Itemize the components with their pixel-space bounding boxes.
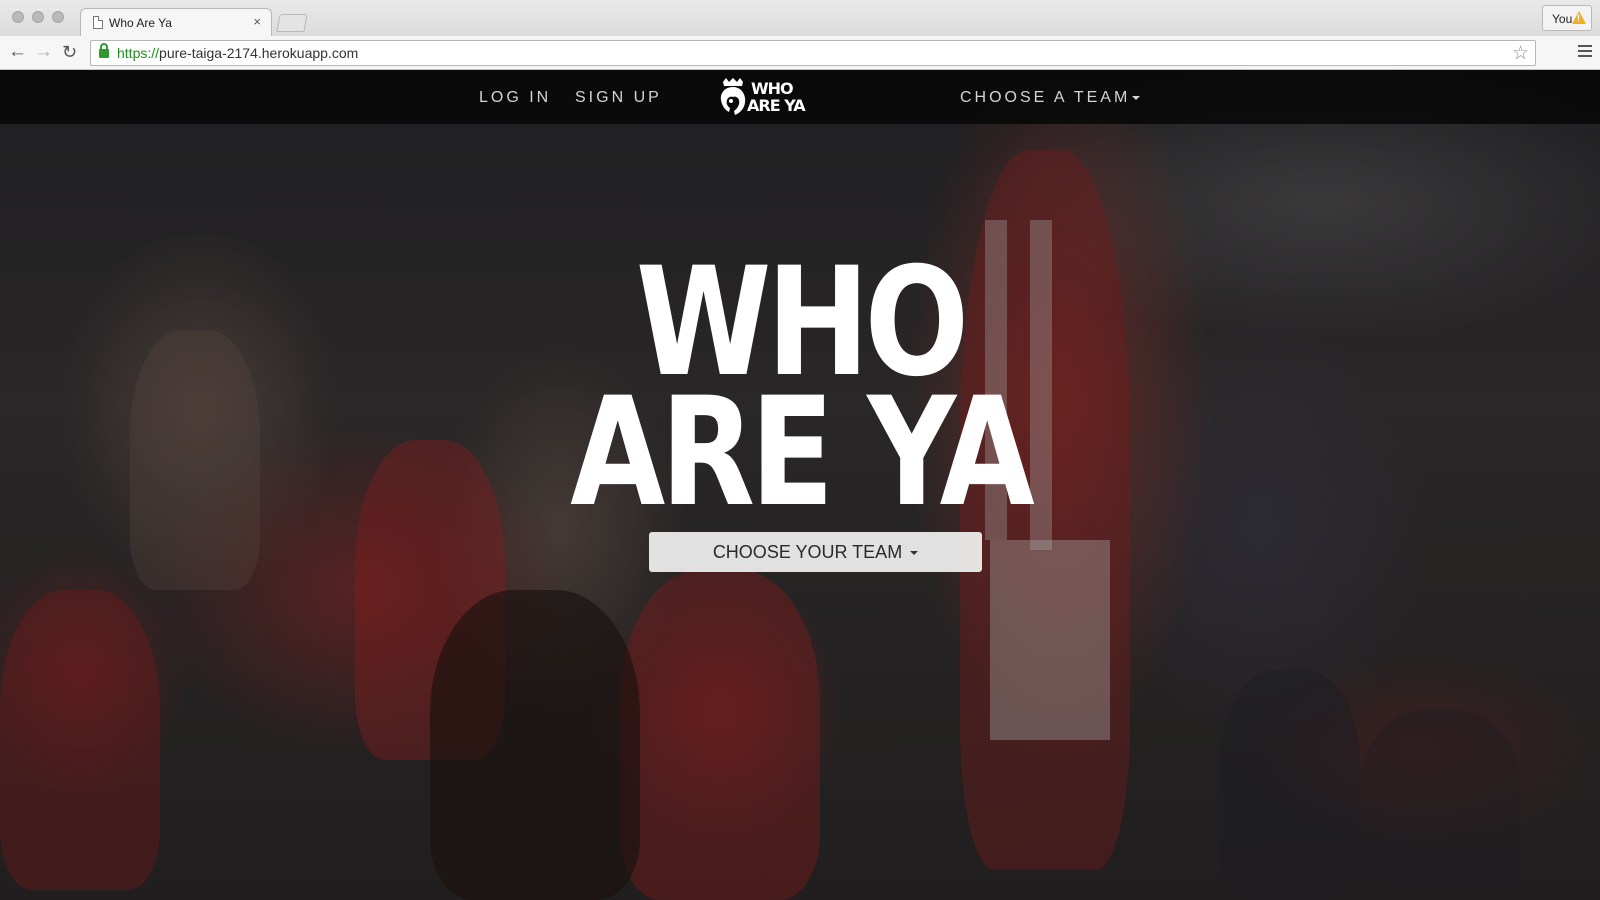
close-window-button[interactable]	[12, 11, 24, 23]
brand-wordmark: WHO ARE YA	[747, 79, 806, 114]
browser-tab-strip: Who Are Ya × You	[0, 0, 1600, 36]
lion-crest-icon	[720, 78, 746, 115]
hero-title-line-2: ARE YA	[570, 366, 1035, 540]
page-viewport: LOG IN SIGN UP WHO ARE YA CHOOSE A TEAM …	[0, 70, 1600, 900]
signup-link[interactable]: SIGN UP	[575, 89, 662, 107]
url-scheme: https://	[117, 45, 160, 61]
document-icon	[93, 16, 103, 29]
browser-tab[interactable]: Who Are Ya ×	[80, 8, 272, 36]
choose-your-team-button[interactable]: CHOOSE YOUR TEAM	[649, 532, 982, 572]
url-host: pure-taiga-2174.herokuapp.com	[159, 45, 359, 61]
zoom-window-button[interactable]	[52, 11, 64, 23]
url-text[interactable]: https://pure-taiga-2174.herokuapp.com	[117, 45, 358, 61]
profile-name: You	[1552, 12, 1573, 26]
cta-label: CHOOSE YOUR TEAM	[712, 542, 903, 562]
brand-line-1: WHO	[751, 79, 794, 98]
chevron-down-icon	[1132, 95, 1141, 100]
browser-toolbar: ← → ↻ https://pure-taiga-2174.herokuapp.…	[0, 36, 1600, 70]
new-tab-button[interactable]	[276, 14, 308, 32]
brand-line-2: ARE YA	[747, 96, 806, 115]
chevron-down-icon	[910, 551, 919, 556]
address-bar[interactable]: https://pure-taiga-2174.herokuapp.com ☆	[90, 40, 1536, 66]
choose-team-label: CHOOSE A TEAM	[960, 89, 1131, 106]
site-navbar: LOG IN SIGN UP WHO ARE YA CHOOSE A TEAM	[0, 70, 1600, 124]
login-link[interactable]: LOG IN	[479, 89, 551, 107]
reload-icon[interactable]: ↻	[62, 41, 77, 63]
forward-arrow-icon[interactable]: →	[34, 41, 53, 63]
back-arrow-icon[interactable]: ←	[8, 41, 27, 63]
warning-icon	[1572, 11, 1586, 24]
menu-icon[interactable]	[1578, 45, 1592, 57]
close-icon[interactable]: ×	[253, 14, 261, 29]
brand-logo[interactable]: WHO ARE YA	[715, 74, 815, 120]
profile-button[interactable]: You	[1542, 5, 1592, 31]
star-icon[interactable]: ☆	[1512, 42, 1529, 65]
choose-team-dropdown[interactable]: CHOOSE A TEAM	[960, 89, 1141, 107]
minimize-window-button[interactable]	[32, 11, 44, 23]
lock-icon	[99, 43, 109, 58]
tab-title: Who Are Ya	[109, 16, 172, 30]
